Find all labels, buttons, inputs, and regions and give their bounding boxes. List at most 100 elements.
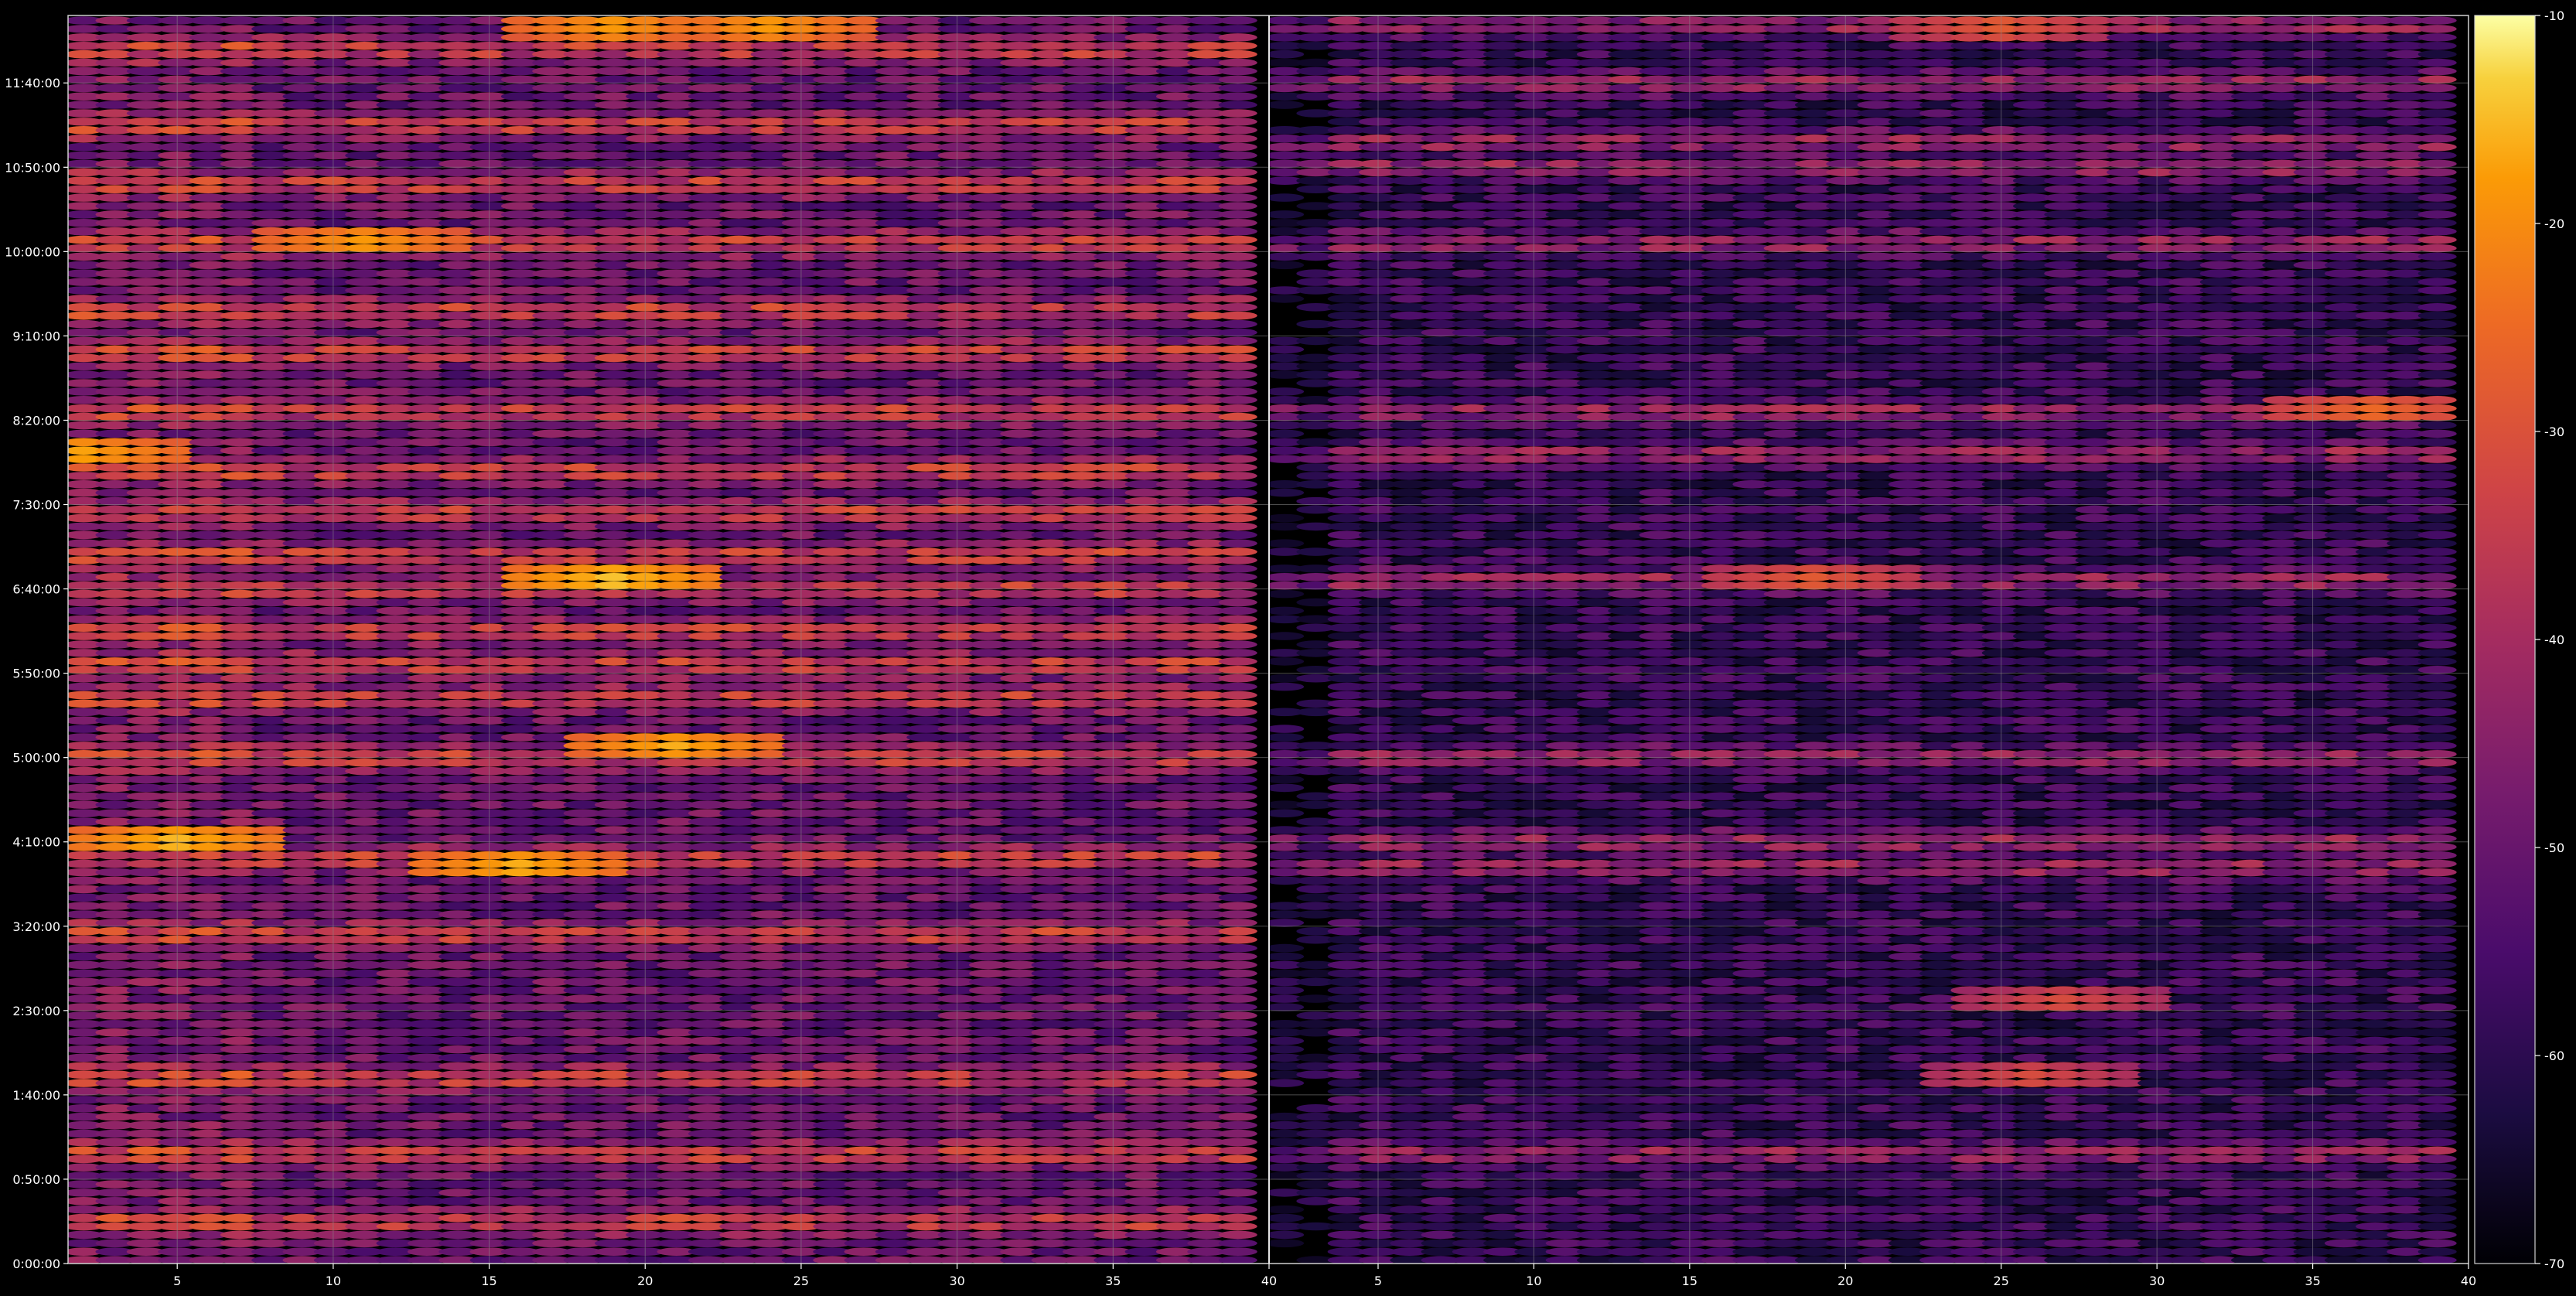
heatmap-cell — [1218, 412, 1257, 421]
heatmap-cell — [1218, 396, 1257, 404]
heatmap-cell — [1218, 666, 1257, 674]
heatmap-cell — [1218, 185, 1257, 193]
heatmap-cell — [1218, 868, 1257, 877]
heatmap-cell — [1218, 1230, 1257, 1240]
heatmap-cell — [1218, 1112, 1257, 1121]
heatmap-cell — [1218, 1172, 1257, 1180]
heatmap-cell — [1218, 547, 1257, 556]
heatmap-cell — [1218, 902, 1257, 910]
heatmap-cell — [1218, 834, 1257, 843]
heatmap-cell — [1218, 792, 1257, 801]
heatmap-cell — [1218, 362, 1257, 371]
heatmap-cell — [1218, 699, 1257, 708]
heatmap-cell — [1218, 480, 1257, 489]
heatmap-cell — [1218, 657, 1257, 666]
heatmap-cell — [1218, 708, 1257, 717]
heatmap-cell — [1218, 1053, 1257, 1062]
heatmap-cell — [1218, 463, 1257, 472]
heatmap-cell — [1218, 168, 1257, 177]
heatmap-cell — [1218, 927, 1257, 936]
heatmap-cell — [1218, 649, 1257, 657]
heatmap-cell — [1218, 1036, 1257, 1045]
heatmap-cell — [1218, 632, 1257, 640]
heatmap-cell — [1218, 1070, 1257, 1079]
heatmap-cell — [1218, 589, 1257, 599]
heatmap-cell — [1218, 227, 1257, 236]
heatmap-cell — [1218, 429, 1257, 438]
heatmap-cell — [1218, 859, 1257, 868]
heatmap-cell — [1218, 353, 1257, 363]
heatmap-cell — [1218, 1197, 1257, 1206]
heatmap-cell — [1218, 455, 1257, 463]
heatmap-cell — [1218, 716, 1257, 725]
heatmap-cell — [1218, 1003, 1257, 1011]
heatmap-cell — [1218, 556, 1257, 564]
heatmap-cell — [1218, 1146, 1257, 1155]
heatmap-cell — [1218, 336, 1257, 346]
heatmap-cell — [1218, 505, 1257, 514]
heatmap-cell — [1218, 826, 1257, 834]
heatmap-cell — [1218, 539, 1257, 547]
heatmap-cell — [1218, 1045, 1257, 1054]
heatmap-cell — [1218, 1222, 1257, 1231]
heatmap-cell — [1218, 193, 1257, 202]
heatmap-cell — [1218, 210, 1257, 219]
heatmap-cell — [1218, 278, 1257, 286]
heatmap-cell — [1218, 817, 1257, 826]
heatmap-cell — [1218, 1163, 1257, 1172]
heatmap-cell — [1218, 573, 1257, 581]
heatmap-cell — [1218, 943, 1257, 953]
heatmap-cell — [1218, 1247, 1257, 1256]
heatmap-cell — [1218, 750, 1257, 759]
heatmap-cell — [1218, 387, 1257, 396]
heatmap-cells — [68, 16, 2457, 1264]
heatmap-cell — [1218, 994, 1257, 1003]
heatmap-cell — [1218, 800, 1257, 809]
heatmap-cell — [1218, 1129, 1257, 1138]
heatmap-cell — [1218, 1028, 1257, 1037]
heatmap-cell — [1218, 581, 1257, 590]
heatmap-cell — [1218, 733, 1257, 742]
heatmap-cell — [1218, 311, 1257, 320]
heatmap-cell — [1218, 876, 1257, 885]
heatmap-cell — [1218, 960, 1257, 970]
heatmap-cell — [1218, 1096, 1257, 1104]
heatmap-cell — [1218, 328, 1257, 337]
heatmap-cell — [1218, 176, 1257, 185]
heatmap-cell — [1218, 606, 1257, 616]
heatmap-cell — [1218, 345, 1257, 354]
heatmap-cell — [1218, 1020, 1257, 1028]
heatmap-cell — [1218, 438, 1257, 447]
heatmap-cell — [1218, 530, 1257, 540]
heatmap-cell — [1218, 623, 1257, 632]
heatmap-cell — [1218, 1239, 1257, 1248]
heatmap-cell — [1218, 219, 1257, 227]
heatmap-cell — [1218, 885, 1257, 894]
heatmap-cell — [1218, 244, 1257, 253]
heatmap-cell — [1218, 640, 1257, 649]
heatmap-cell — [1218, 1011, 1257, 1020]
heatmap-cell — [1218, 1213, 1257, 1223]
heatmap-cell — [1218, 919, 1257, 927]
heatmap-cell — [1218, 513, 1257, 523]
heatmap-cell — [1218, 742, 1257, 750]
heatmap-cell — [1218, 1120, 1257, 1130]
heatmap-cell — [1218, 472, 1257, 480]
heatmap-cell — [1218, 893, 1257, 902]
heatmap-cell — [1218, 446, 1257, 455]
heatmap-cell — [1218, 674, 1257, 683]
heatmap-cell — [1218, 269, 1257, 278]
heatmap-cell — [1218, 1137, 1257, 1147]
heatmap-cell — [1218, 691, 1257, 700]
heatmap-cell — [1218, 319, 1257, 329]
heatmap-cell — [1218, 564, 1257, 573]
heatmap-cell — [1218, 758, 1257, 767]
heatmap-cell — [1218, 986, 1257, 994]
heatmap-cell — [1218, 261, 1257, 270]
panel-left-cells — [68, 16, 1257, 1264]
heatmap-cell — [1218, 775, 1257, 784]
heatmap-cell — [1218, 1189, 1257, 1197]
heatmap-cell — [1218, 809, 1257, 817]
heatmap-cell — [1218, 935, 1257, 944]
heatmap-cell — [1218, 1079, 1257, 1087]
